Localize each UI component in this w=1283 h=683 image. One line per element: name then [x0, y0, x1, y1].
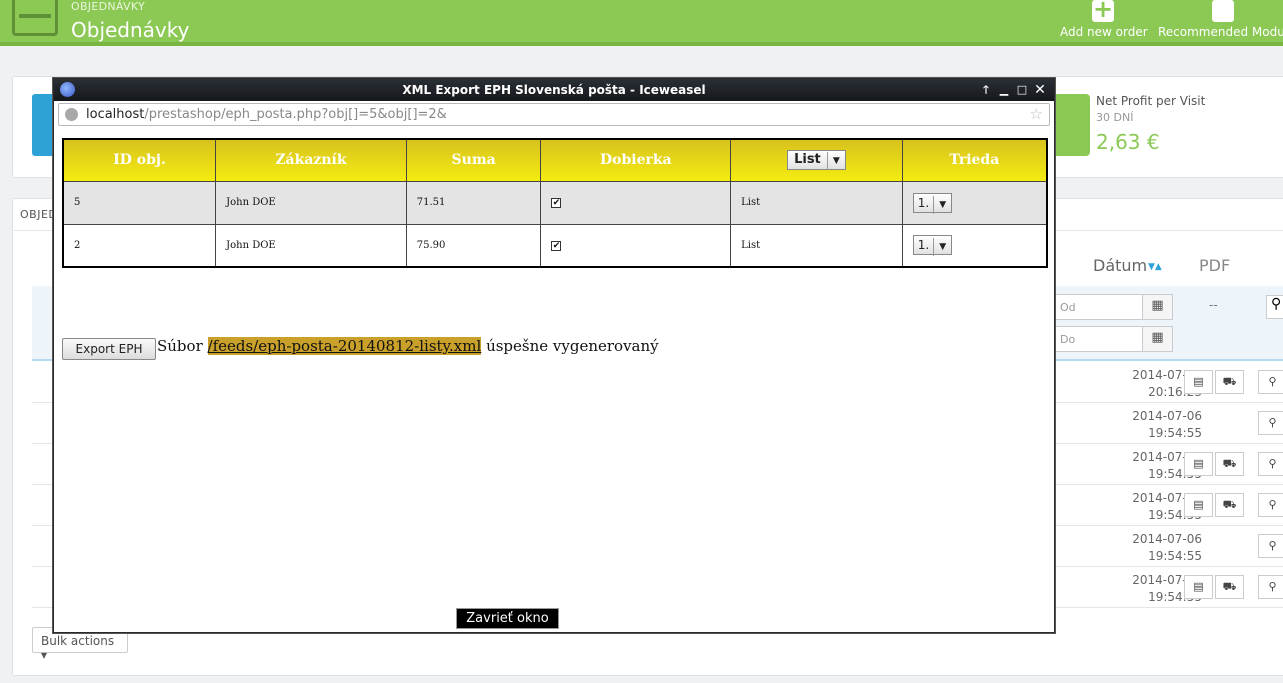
view-order-icon[interactable]: ⚲ — [1258, 575, 1283, 599]
admin-header: OBJEDNÁVKY Objednávky Add new order Reco… — [0, 0, 1283, 46]
add-order-button[interactable]: Add new order — [1060, 0, 1148, 46]
chevron-down-icon: ▼ — [826, 152, 845, 171]
window-title: XML Export EPH Slovenská pošta - Iceweas… — [402, 83, 706, 97]
order-date-time: 19:54:55 — [1148, 426, 1202, 440]
order-date: 2014-07-06 19:54:55 — [1082, 531, 1202, 565]
view-order-icon[interactable]: ⚲ — [1258, 452, 1283, 476]
th-sum: Suma — [405, 138, 542, 182]
cell-type: List — [730, 180, 903, 225]
table-header-row: ID obj. Zákazník Suma Dobierka List ▼ Tri… — [62, 138, 1048, 182]
result-message: Súbor /feeds/eph-posta-20140812-listy.xm… — [157, 337, 659, 355]
chevron-down-icon: ▼ — [933, 238, 951, 257]
delivery-truck-icon[interactable]: ⛟ — [1215, 493, 1244, 517]
class-select[interactable]: 1. ▼ — [912, 235, 953, 257]
generated-file-link[interactable]: /feeds/eph-posta-20140812-listy.xml — [207, 337, 482, 355]
order-date-day: 2014-07-06 — [1132, 409, 1202, 423]
maximize-icon[interactable]: □ — [1013, 79, 1031, 101]
kpi-period: 30 DNÍ — [1096, 111, 1134, 124]
cod-checkbox[interactable]: ✔ — [551, 198, 562, 208]
invoice-icon[interactable]: ▤ — [1184, 370, 1213, 394]
puzzle-icon — [1212, 0, 1234, 22]
recommended-modules-label: Recommended Module — [1158, 25, 1283, 39]
user-icon — [1054, 94, 1090, 156]
orders-icon — [12, 0, 58, 36]
invoice-icon[interactable]: ▤ — [1184, 452, 1213, 476]
add-order-label: Add new order — [1060, 25, 1148, 39]
col-header-date[interactable]: Dátum — [1093, 256, 1147, 275]
minimize-icon[interactable]: ▁ — [995, 79, 1013, 101]
table-row: 2 John DOE 75.90 ✔ List 1. ▼ — [62, 223, 1048, 268]
export-eph-button[interactable]: Export EPH — [62, 338, 156, 360]
search-icon[interactable]: ⚲ — [1266, 295, 1283, 319]
th-id: ID obj. — [62, 138, 217, 182]
cell-sum: 75.90 — [405, 223, 542, 268]
msg-suffix: úspešne vygenerovaný — [486, 337, 659, 355]
calendar-icon[interactable]: ▦ — [1142, 326, 1173, 352]
cell-customer: John DOE — [215, 223, 407, 268]
delivery-truck-icon[interactable]: ⛟ — [1215, 575, 1244, 599]
view-order-icon[interactable]: ⚲ — [1258, 534, 1283, 558]
th-customer: Zákazník — [215, 138, 407, 182]
url-path: /prestashop/eph_posta.php?obj[]=5&obj[]=… — [144, 107, 447, 122]
order-date-time: 19:54:55 — [1148, 549, 1202, 563]
popup-window: XML Export EPH Slovenská pošta - Iceweas… — [53, 78, 1055, 633]
url-host: localhost — [86, 107, 145, 122]
cod-checkbox[interactable]: ✔ — [551, 240, 562, 251]
bookmark-star-icon[interactable]: ☆ — [1030, 104, 1043, 125]
delivery-truck-icon[interactable]: ⛟ — [1215, 370, 1244, 394]
view-order-icon[interactable]: ⚲ — [1258, 370, 1283, 394]
invoice-icon[interactable]: ▤ — [1184, 575, 1213, 599]
url-bar[interactable]: localhost/prestashop/eph_posta.php?obj[]… — [58, 103, 1050, 126]
date-from-input[interactable]: Od — [1055, 294, 1143, 320]
plus-icon — [1092, 0, 1114, 23]
iceweasel-icon — [60, 82, 75, 97]
msg-prefix: Súbor — [157, 337, 203, 355]
pdf-filter-dash: -- — [1209, 298, 1218, 312]
cell-id: 2 — [62, 223, 217, 268]
cell-class: 1. ▼ — [901, 180, 1048, 225]
bulk-actions-label: Bulk actions — [41, 634, 115, 648]
cell-sum: 71.51 — [405, 180, 542, 225]
date-to-input[interactable]: Do — [1055, 326, 1143, 352]
th-class: Trieda — [901, 138, 1048, 182]
cell-cod: ✔ — [540, 180, 732, 225]
col-header-pdf: PDF — [1199, 256, 1231, 275]
calendar-icon[interactable]: ▦ — [1142, 294, 1173, 320]
page-title: Objednávky — [71, 18, 190, 42]
window-titlebar[interactable]: XML Export EPH Slovenská pošta - Iceweas… — [54, 79, 1054, 101]
breadcrumb[interactable]: OBJEDNÁVKY — [71, 0, 145, 13]
th-type: List ▼ — [730, 138, 903, 182]
close-window-icon[interactable]: ✕ — [1031, 79, 1049, 101]
class-value: 1. — [917, 238, 930, 253]
order-date: 2014-07-06 19:54:55 — [1082, 408, 1202, 442]
popup-content: ID obj. Zákazník Suma Dobierka List ▼ Tri… — [54, 129, 1054, 632]
class-select[interactable]: 1. ▼ — [912, 192, 953, 214]
order-date-day: 2014-07-06 — [1132, 532, 1202, 546]
cell-customer: John DOE — [215, 180, 407, 225]
recommended-modules-button[interactable]: Recommended Module — [1158, 0, 1283, 46]
cell-type: List — [730, 223, 903, 268]
view-order-icon[interactable]: ⚲ — [1258, 493, 1283, 517]
kpi-title: Net Profit per Visit — [1096, 94, 1206, 108]
eph-table: ID obj. Zákazník Suma Dobierka List ▼ Tri… — [62, 138, 1048, 268]
type-all-value: List — [794, 152, 821, 168]
globe-icon — [65, 108, 78, 121]
class-value: 1. — [917, 195, 930, 210]
invoice-icon[interactable]: ▤ — [1184, 493, 1213, 517]
kpi-value: 2,63 € — [1096, 130, 1160, 154]
chevron-down-icon: ▼ — [933, 195, 951, 214]
cell-id: 5 — [62, 180, 217, 225]
delivery-truck-icon[interactable]: ⛟ — [1215, 452, 1244, 476]
close-window-button[interactable]: Zavrieť okno — [456, 608, 559, 629]
type-all-select[interactable]: List ▼ — [787, 150, 846, 171]
cell-cod: ✔ — [540, 223, 732, 268]
keep-above-icon[interactable]: 🡑 — [977, 79, 995, 101]
sort-icon[interactable]: ▼▲ — [1148, 262, 1162, 272]
view-order-icon[interactable]: ⚲ — [1258, 411, 1283, 435]
table-row: 5 John DOE 71.51 ✔ List 1. ▼ — [62, 180, 1048, 225]
th-cod: Dobierka — [540, 138, 732, 182]
cell-class: 1. ▼ — [901, 223, 1048, 268]
